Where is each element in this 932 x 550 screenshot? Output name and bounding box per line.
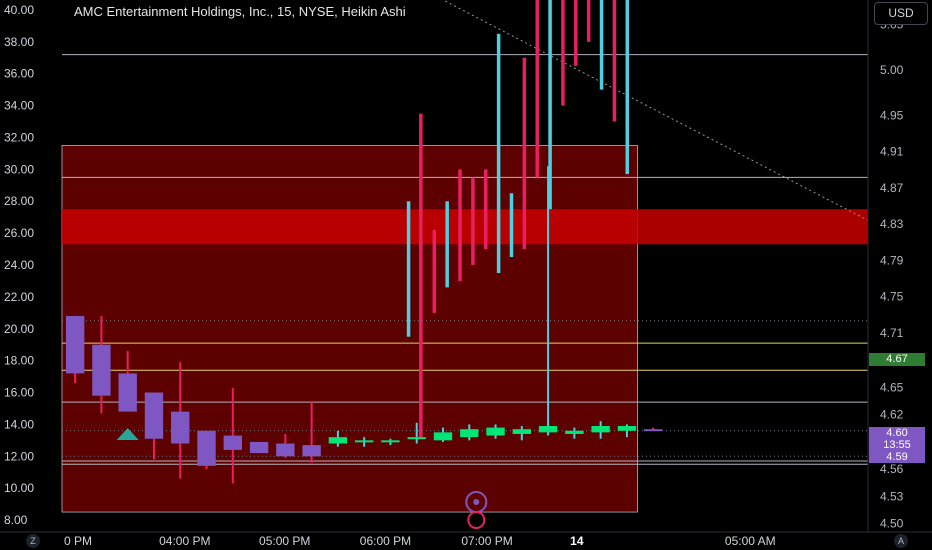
x-axis-tick-label: 04:00 PM	[159, 534, 210, 548]
dividend-icon	[467, 511, 486, 529]
chart-canvas[interactable]: 40.00 38.00 36.00 34.00 32.00 30.00 28.00 26.00…	[0, 0, 932, 550]
x-axis-tick-label: 14	[570, 534, 584, 548]
right-axis-tick-label: 4.65	[880, 380, 904, 394]
right-axis-tick-label: 4.53	[880, 489, 904, 503]
right-axis-tick-label: 4.83	[880, 217, 904, 231]
candle-body	[144, 392, 164, 439]
left-axis-tick-label: 26.00	[4, 226, 34, 240]
left-axis-tick-label: 28.00	[4, 194, 34, 208]
candle-body	[460, 429, 479, 438]
left-axis-tick-label: 22.00	[4, 290, 34, 304]
candle-body	[302, 445, 321, 457]
candle-body	[565, 430, 584, 434]
chart-title: AMC Entertainment Holdings, Inc., 15, NY…	[74, 4, 406, 19]
left-axis-tick-label: 16.00	[4, 386, 34, 400]
candle-body	[538, 425, 558, 433]
zoom-toggle-button[interactable]: Z	[26, 534, 40, 548]
low-price-tag: 4.59	[869, 451, 925, 463]
candle-body	[381, 440, 400, 443]
left-axis-tick-label: 40.00	[4, 3, 34, 17]
candle-body	[512, 429, 532, 434]
left-axis-tick-label: 18.00	[4, 354, 34, 368]
right-axis-tick-label: 4.87	[880, 181, 904, 195]
left-axis-tick-label: 36.00	[4, 67, 34, 81]
left-axis-tick-label: 30.00	[4, 162, 34, 176]
candle-body	[433, 432, 453, 441]
right-axis-tick-label: 4.95	[880, 108, 904, 122]
right-axis-tick-label: 4.71	[880, 326, 904, 340]
x-axis-tick-label: 0 PM	[64, 534, 92, 548]
left-axis-tick-label: 34.00	[4, 99, 34, 113]
left-axis-tick-label: 10.00	[4, 481, 34, 495]
candle-body	[118, 373, 137, 412]
last-price-value: 4.60	[886, 427, 908, 439]
resistance-band	[62, 209, 868, 245]
right-axis-tick-label: 5.00	[880, 63, 904, 77]
x-axis-tick-label: 07:00 PM	[461, 534, 512, 548]
candle-body	[354, 440, 374, 443]
left-axis-tick-label: 14.00	[4, 417, 34, 431]
currency-button[interactable]: USD	[874, 2, 928, 25]
candle-body	[223, 435, 242, 450]
left-axis-tick-label: 32.00	[4, 130, 34, 144]
candle-body	[644, 429, 663, 432]
candle-body	[65, 316, 85, 374]
right-axis-tick-label: 4.79	[880, 253, 904, 267]
current-price-tag: 4.67	[869, 353, 925, 366]
candle-body	[591, 425, 610, 433]
x-axis-tick-label: 05:00 AM	[725, 534, 776, 548]
auto-scale-button[interactable]: A	[894, 534, 908, 548]
x-axis-tick-label: 05:00 PM	[259, 534, 310, 548]
bar-countdown: 13:55	[883, 439, 911, 451]
candle-body	[92, 344, 111, 396]
left-axis-tick-label: 8.00	[4, 513, 28, 527]
left-axis-tick-label: 20.00	[4, 322, 34, 336]
right-axis-tick-label: 4.62	[880, 408, 904, 422]
right-axis-tick-label: 4.91	[880, 145, 904, 159]
left-axis-tick-label: 12.00	[4, 449, 34, 463]
candle-body	[486, 427, 505, 436]
candle-body	[617, 425, 637, 431]
right-axis-tick-label: 4.56	[880, 462, 904, 476]
last-price-tag: 4.60 13:55	[869, 427, 925, 451]
x-axis-tick-label: 06:00 PM	[360, 534, 411, 548]
candle-body	[407, 437, 426, 440]
left-axis-tick-label: 24.00	[4, 258, 34, 272]
candle-body	[249, 441, 269, 454]
candle-body	[197, 430, 216, 466]
candle-body	[276, 443, 295, 457]
candle-body	[171, 411, 190, 444]
event-icon-dot	[473, 499, 480, 505]
candle-body	[328, 437, 348, 444]
right-axis-tick-label: 4.75	[880, 290, 904, 304]
right-axis-tick-label: 4.50	[880, 516, 904, 530]
left-axis-tick-label: 38.00	[4, 35, 34, 49]
